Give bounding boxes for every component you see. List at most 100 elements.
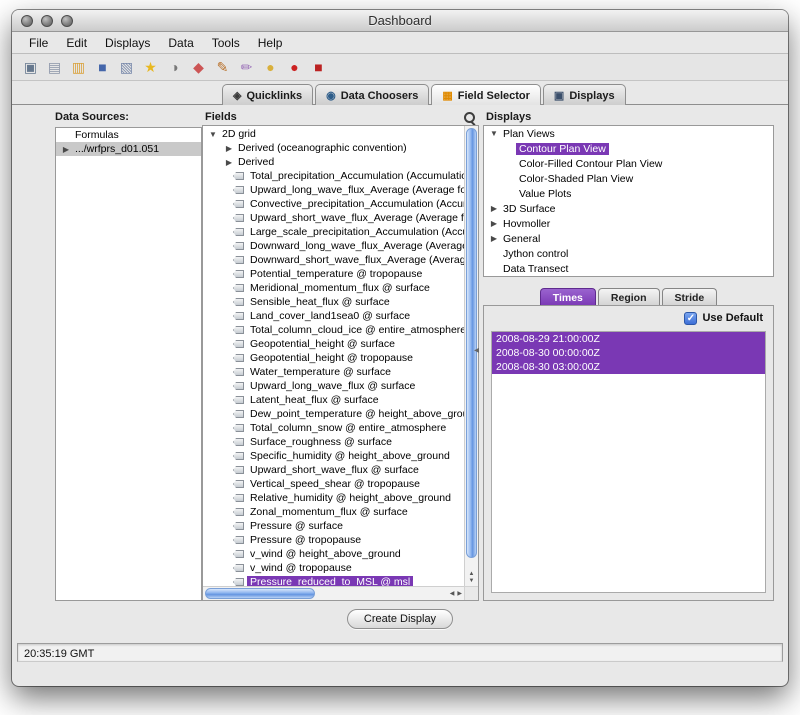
menu-item[interactable]: Tools [203, 33, 249, 53]
expander-icon[interactable] [488, 234, 500, 243]
expander-icon[interactable] [60, 145, 72, 154]
splitter-collapse-icon[interactable]: ◂ [474, 345, 479, 356]
tab-data-choosers[interactable]: ◉ Data Choosers [315, 84, 429, 105]
display-item[interactable]: Hovmoller [484, 216, 773, 231]
menu-item[interactable]: Help [249, 33, 292, 53]
menu-item[interactable]: Data [159, 33, 202, 53]
tab-stride[interactable]: Stride [662, 288, 718, 306]
field-item[interactable]: Pressure @ tropopause [203, 533, 464, 547]
field-item[interactable]: Vertical_speed_shear @ tropopause [203, 477, 464, 491]
tab-region[interactable]: Region [598, 288, 660, 306]
display-item[interactable]: Data Transect [484, 261, 773, 276]
save-bundle-icon[interactable]: ■ [93, 58, 112, 77]
field-item[interactable]: Upward_short_wave_flux_Average (Average … [203, 211, 464, 225]
tab-times[interactable]: Times [540, 288, 596, 306]
display-item[interactable]: Contour Plan View [484, 141, 773, 156]
open-bundle-icon[interactable]: ▥ [69, 58, 88, 77]
display-item[interactable]: Jython control [484, 246, 773, 261]
draw-icon[interactable]: ✏ [237, 58, 256, 77]
field-item[interactable]: Upward_short_wave_flux @ surface [203, 463, 464, 477]
show-dashboard-icon[interactable]: ▣ [21, 58, 40, 77]
tab-field-selector[interactable]: ▦ Field Selector [431, 84, 541, 105]
field-item[interactable]: Derived (oceanographic convention) [203, 141, 464, 155]
expander-icon[interactable] [488, 204, 500, 213]
display-item[interactable]: Color-Filled Contour Plan View [484, 156, 773, 171]
field-item[interactable]: Geopotential_height @ tropopause [203, 351, 464, 365]
tab-displays[interactable]: ▣ Displays [543, 84, 626, 105]
scroll-up-icon[interactable]: ▲ [469, 571, 475, 577]
tab-quicklinks[interactable]: ◈ Quicklinks [222, 84, 313, 105]
field-item[interactable]: Total_column_cloud_ice @ entire_atmosphe… [203, 323, 464, 337]
expander-icon[interactable] [223, 144, 235, 153]
minimize-button[interactable] [41, 15, 53, 27]
expander-icon[interactable] [223, 158, 235, 167]
field-item[interactable]: Surface_roughness @ surface [203, 435, 464, 449]
field-item[interactable]: Meridional_momentum_flux @ surface [203, 281, 464, 295]
field-item[interactable]: Large_scale_precipitation_Accumulation (… [203, 225, 464, 239]
field-item[interactable]: Convective_precipitation_Accumulation (A… [203, 197, 464, 211]
data-source-item[interactable]: .../wrfprs_d01.051 [56, 142, 201, 156]
menubar: FileEditDisplaysDataToolsHelp [12, 32, 788, 54]
history-icon[interactable]: ◑ [165, 58, 184, 77]
field-item[interactable]: Downward_short_wave_flux_Average (Averag… [203, 253, 464, 267]
vertical-scroll-thumb[interactable] [466, 128, 477, 558]
display-item[interactable]: Color-Shaded Plan View [484, 171, 773, 186]
field-item[interactable]: Land_cover_land1sea0 @ surface [203, 309, 464, 323]
field-item[interactable]: Sensible_heat_flux @ surface [203, 295, 464, 309]
zoom-button[interactable] [61, 15, 73, 27]
display-item[interactable]: Value Plots [484, 186, 773, 201]
new-window-icon[interactable]: ▤ [45, 58, 64, 77]
field-item[interactable]: Pressure_reduced_to_MSL @ msl [203, 575, 464, 586]
record-icon[interactable]: ● [285, 58, 304, 77]
time-item[interactable]: 2008-08-29 21:00:00Z [492, 332, 765, 346]
edit-icon[interactable]: ✎ [213, 58, 232, 77]
menu-item[interactable]: Edit [57, 33, 96, 53]
field-item[interactable]: 2D grid [203, 127, 464, 141]
field-item[interactable]: v_wind @ tropopause [203, 561, 464, 575]
field-item[interactable]: Total_precipitation_Accumulation (Accumu… [203, 169, 464, 183]
field-item[interactable]: Geopotential_height @ surface [203, 337, 464, 351]
field-item[interactable]: Relative_humidity @ height_above_ground [203, 491, 464, 505]
field-item[interactable]: Upward_long_wave_flux @ surface [203, 379, 464, 393]
field-item[interactable]: Pressure @ surface [203, 519, 464, 533]
time-item[interactable]: 2008-08-30 03:00:00Z [492, 360, 765, 374]
field-item[interactable]: Dew_point_temperature @ height_above_gro… [203, 407, 464, 421]
expander-icon[interactable] [488, 129, 500, 138]
display-item[interactable]: General [484, 231, 773, 246]
field-item[interactable]: Total_column_snow @ entire_atmosphere [203, 421, 464, 435]
field-item[interactable]: Zonal_momentum_flux @ surface [203, 505, 464, 519]
titlebar[interactable]: Dashboard [12, 10, 788, 32]
erase-icon[interactable]: ◆ [189, 58, 208, 77]
create-display-button[interactable]: Create Display [347, 609, 453, 629]
fields-vertical-scrollbar[interactable]: ▲▼ [464, 126, 478, 586]
fields-horizontal-scrollbar[interactable]: ◀▶ [203, 586, 464, 600]
field-item[interactable]: Latent_heat_flux @ surface [203, 393, 464, 407]
stop-icon[interactable]: ■ [309, 58, 328, 77]
display-item[interactable]: 3D Surface [484, 201, 773, 216]
field-item[interactable]: Downward_long_wave_flux_Average (Average… [203, 239, 464, 253]
close-button[interactable] [21, 15, 33, 27]
field-item[interactable]: Specific_humidity @ height_above_ground [203, 449, 464, 463]
field-item[interactable]: Potential_temperature @ tropopause [203, 267, 464, 281]
field-item[interactable]: Water_temperature @ surface [203, 365, 464, 379]
use-default-checkbox[interactable] [684, 312, 697, 325]
time-item[interactable]: 2008-08-30 00:00:00Z [492, 346, 765, 360]
menu-item[interactable]: Displays [96, 33, 159, 53]
horizontal-scroll-thumb[interactable] [205, 588, 315, 599]
display-item[interactable]: Plan Views [484, 126, 773, 141]
scroll-down-icon[interactable]: ▼ [469, 578, 475, 584]
search-icon[interactable]: ● [261, 58, 280, 77]
scroll-left-icon[interactable]: ◀ [450, 590, 455, 597]
data-source-item[interactable]: Formulas [56, 128, 201, 142]
menu-item[interactable]: File [20, 33, 57, 53]
status-bar: 20:35:19 GMT [17, 643, 783, 662]
copy-icon[interactable]: ▧ [117, 58, 136, 77]
field-item[interactable]: Derived [203, 155, 464, 169]
field-item[interactable]: Upward_long_wave_flux_Average (Average f… [203, 183, 464, 197]
search-fields-icon[interactable] [463, 111, 476, 124]
expander-icon[interactable] [488, 219, 500, 228]
field-item[interactable]: v_wind @ height_above_ground [203, 547, 464, 561]
scroll-right-icon[interactable]: ▶ [457, 590, 462, 597]
expander-icon[interactable] [207, 130, 219, 139]
favorites-icon[interactable]: ★ [141, 58, 160, 77]
